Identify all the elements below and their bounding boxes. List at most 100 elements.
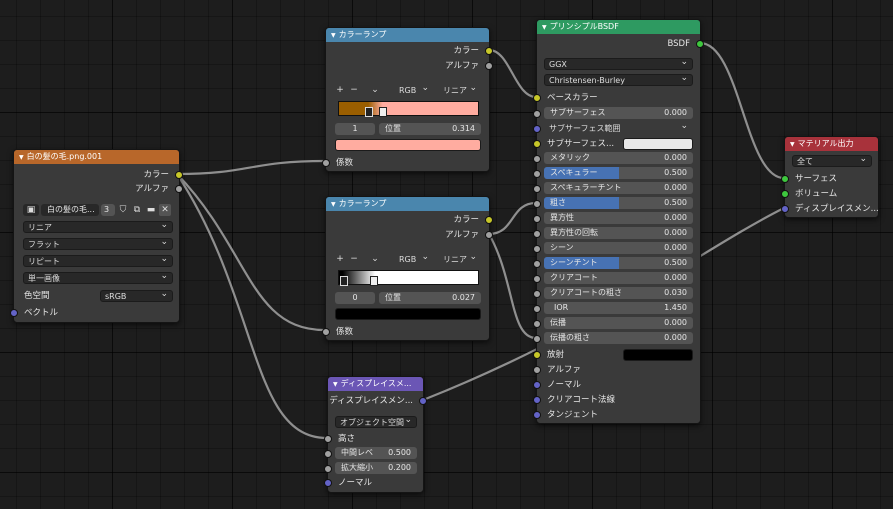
- transmission-field[interactable]: 伝播 0.000: [544, 317, 693, 329]
- subsurface-radius-socket[interactable]: [533, 125, 541, 133]
- ramp1-color-swatch[interactable]: [335, 139, 481, 151]
- ramp2-stop-handle-0[interactable]: [340, 276, 348, 286]
- ior-socket[interactable]: [533, 305, 541, 313]
- vector-socket[interactable]: [10, 309, 18, 317]
- extension-dropdown[interactable]: リピート: [23, 255, 173, 267]
- ramp1-interp-dropdown[interactable]: リニア: [438, 84, 482, 96]
- disp-midlevel-field[interactable]: 中間レベ 0.500: [335, 447, 417, 459]
- colorspace-dropdown[interactable]: sRGB: [100, 290, 173, 302]
- image-user-count[interactable]: 3: [101, 204, 115, 216]
- disp-space-dropdown[interactable]: オブジェクト空間: [335, 416, 417, 428]
- ramp2-position-field[interactable]: 位置 0.027: [379, 292, 481, 304]
- duplicate-icon[interactable]: ⧉: [131, 204, 143, 216]
- ior-field[interactable]: IOR 1.450: [544, 302, 693, 314]
- ramp1-color-socket[interactable]: [485, 47, 493, 55]
- collapse-arrow-icon[interactable]: ▼: [19, 154, 24, 161]
- clearcoat-roughness-socket[interactable]: [533, 290, 541, 298]
- color-ramp-node-2[interactable]: ▼カラーランプ カラー アルファ + − ⌄ RGB リニア 0 位置0.027…: [322, 196, 493, 341]
- color-ramp-node-1[interactable]: ▼カラーランプ カラー アルファ + − ⌄ RGB リニア 1 位置0.314…: [322, 27, 493, 172]
- displacement-socket[interactable]: [781, 205, 789, 213]
- alpha-socket[interactable]: [533, 366, 541, 374]
- ramp1-gradient-bar[interactable]: [338, 101, 479, 117]
- image-selector[interactable]: ▣ 白の髪の毛... 3 ⛉ ⧉ ▬ ✕: [23, 204, 173, 216]
- subsurface-color-swatch[interactable]: [623, 138, 693, 150]
- transmission-roughness-field[interactable]: 伝播の粗さ 0.000: [544, 332, 693, 344]
- ramp2-gradient-bar[interactable]: [338, 270, 479, 286]
- sheen-tint-socket[interactable]: [533, 260, 541, 268]
- subsurface-socket[interactable]: [533, 110, 541, 118]
- disp-scale-socket[interactable]: [324, 465, 332, 473]
- sheen-tint-field[interactable]: シーンチント 0.500: [544, 257, 693, 269]
- image-browse-icon[interactable]: ▣: [23, 204, 39, 216]
- metallic-field[interactable]: メタリック 0.000: [544, 152, 693, 164]
- collapse-arrow-icon[interactable]: ▼: [333, 381, 338, 388]
- subsurface-radius-dropdown[interactable]: サブサーフェス範囲: [544, 122, 693, 134]
- collapse-arrow-icon[interactable]: ▼: [331, 32, 336, 39]
- collapse-arrow-icon[interactable]: ▼: [331, 201, 336, 208]
- normal-socket[interactable]: [533, 381, 541, 389]
- disp-header[interactable]: ▼ ディスプレイスメ...: [328, 377, 423, 391]
- collapse-arrow-icon[interactable]: ▼: [790, 141, 795, 148]
- ramp2-header[interactable]: ▼ カラーランプ: [326, 197, 489, 211]
- base-color-socket[interactable]: [533, 94, 541, 102]
- ramp1-header[interactable]: ▼ カラーランプ: [326, 28, 489, 42]
- specular-socket[interactable]: [533, 170, 541, 178]
- clearcoat-socket[interactable]: [533, 275, 541, 283]
- open-folder-icon[interactable]: ▬: [145, 204, 157, 216]
- source-dropdown[interactable]: 単一画像: [23, 272, 173, 284]
- ramp-menu-chevron-icon[interactable]: ⌄: [370, 84, 380, 96]
- bsdf-header[interactable]: ▼ プリンシプルBSDF: [537, 20, 700, 34]
- output-header[interactable]: ▼ マテリアル出力: [785, 137, 878, 151]
- ramp1-fac-socket[interactable]: [322, 159, 330, 167]
- image-texture-node[interactable]: ▼ 白の髪の毛.png.001 カラー アルファ ▣ 白の髪の毛... 3 ⛉ ⧉…: [10, 149, 183, 323]
- remove-stop-minus-icon[interactable]: −: [349, 253, 359, 265]
- bsdf-output-socket[interactable]: [696, 40, 704, 48]
- distribution-dropdown[interactable]: GGX: [544, 58, 693, 70]
- roughness-socket[interactable]: [533, 200, 541, 208]
- emission-socket[interactable]: [533, 351, 541, 359]
- ramp2-color-socket[interactable]: [485, 216, 493, 224]
- disp-midlevel-socket[interactable]: [324, 450, 332, 458]
- subsurface-color-socket[interactable]: [533, 140, 541, 148]
- subsurface-method-dropdown[interactable]: Christensen-Burley: [544, 74, 693, 86]
- clearcoat-normal-socket[interactable]: [533, 396, 541, 404]
- anisotropic-rotation-socket[interactable]: [533, 230, 541, 238]
- image-name-field[interactable]: 白の髪の毛...: [41, 204, 99, 216]
- specular-field[interactable]: スペキュラー 0.500: [544, 167, 693, 179]
- disp-scale-field[interactable]: 拡大縮小 0.200: [335, 462, 417, 474]
- specular-tint-socket[interactable]: [533, 185, 541, 193]
- add-stop-plus-icon[interactable]: +: [335, 84, 345, 96]
- metallic-socket[interactable]: [533, 155, 541, 163]
- ramp1-stop-handle-0[interactable]: [365, 107, 373, 117]
- disp-height-socket[interactable]: [324, 435, 332, 443]
- ramp1-position-field[interactable]: 位置 0.314: [379, 123, 481, 135]
- anisotropic-socket[interactable]: [533, 215, 541, 223]
- transmission-socket[interactable]: [533, 320, 541, 328]
- ramp2-interp-dropdown[interactable]: リニア: [438, 253, 482, 265]
- remove-stop-minus-icon[interactable]: −: [349, 84, 359, 96]
- clearcoat-roughness-field[interactable]: クリアコートの粗さ 0.030: [544, 287, 693, 299]
- displacement-node[interactable]: ▼ディスプレイスメ... ディスプレイスメン... オブジェクト空間 高さ 中間…: [324, 376, 427, 493]
- disp-output-socket[interactable]: [419, 397, 427, 405]
- volume-socket[interactable]: [781, 190, 789, 198]
- ramp2-alpha-socket[interactable]: [485, 231, 493, 239]
- ramp2-stop-handle-1[interactable]: [370, 276, 378, 286]
- clearcoat-field[interactable]: クリアコート 0.000: [544, 272, 693, 284]
- ramp1-stop-handle-1[interactable]: [379, 107, 387, 117]
- sheen-socket[interactable]: [533, 245, 541, 253]
- ramp1-alpha-socket[interactable]: [485, 62, 493, 70]
- roughness-field[interactable]: 粗さ 0.500: [544, 197, 693, 209]
- anisotropic-field[interactable]: 異方性 0.000: [544, 212, 693, 224]
- ramp2-mode-dropdown[interactable]: RGB: [394, 253, 434, 265]
- add-stop-plus-icon[interactable]: +: [335, 253, 345, 265]
- fake-user-shield-icon[interactable]: ⛉: [117, 204, 129, 216]
- tangent-socket[interactable]: [533, 411, 541, 419]
- subsurface-field[interactable]: サブサーフェス 0.000: [544, 107, 693, 119]
- ramp2-stop-index[interactable]: 0: [335, 292, 375, 304]
- unlink-close-icon[interactable]: ✕: [159, 204, 171, 216]
- ramp1-mode-dropdown[interactable]: RGB: [394, 84, 434, 96]
- sheen-field[interactable]: シーン 0.000: [544, 242, 693, 254]
- ramp-menu-chevron-icon[interactable]: ⌄: [370, 253, 380, 265]
- image-node-header[interactable]: ▼ 白の髪の毛.png.001: [14, 150, 179, 164]
- anisotropic-rotation-field[interactable]: 異方性の回転 0.000: [544, 227, 693, 239]
